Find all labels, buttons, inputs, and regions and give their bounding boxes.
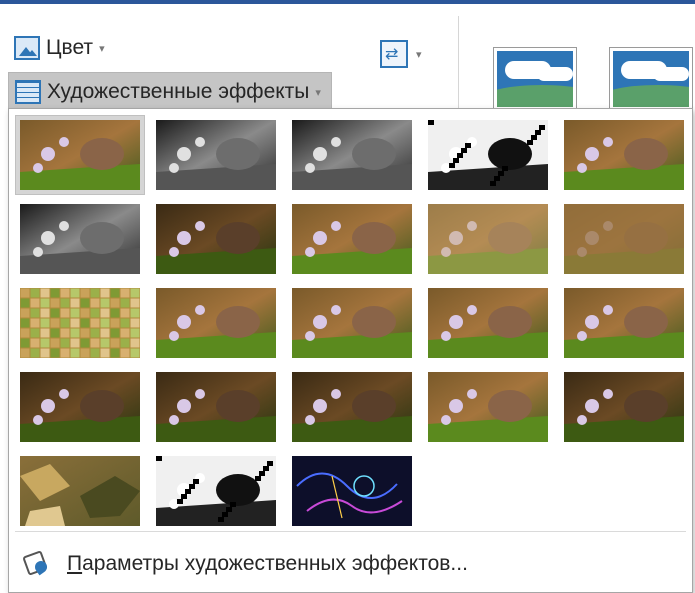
effect-preview-image: [156, 120, 276, 190]
ribbon-divider: [458, 16, 459, 116]
effect-tile[interactable]: [15, 115, 145, 195]
effect-tile[interactable]: [287, 199, 417, 279]
effect-tile[interactable]: [15, 451, 145, 531]
effect-tile[interactable]: [151, 283, 281, 363]
artistic-effects-gallery: Параметры художественных эффектов...: [8, 108, 693, 593]
picture-style-thumbnail[interactable]: [610, 48, 692, 110]
effect-preview-image: [428, 372, 548, 442]
effect-preview-image: [292, 204, 412, 274]
effect-preview-image: [20, 120, 140, 190]
effect-preview-image: [292, 120, 412, 190]
effect-preview-image: [20, 372, 140, 442]
effect-tile[interactable]: [287, 283, 417, 363]
color-button-label: Цвет: [46, 36, 94, 59]
effect-tile[interactable]: [559, 199, 689, 279]
effect-preview-image: [20, 456, 140, 526]
effect-preview-image: [564, 120, 684, 190]
effect-preview-image: [428, 204, 548, 274]
effect-tile[interactable]: [15, 199, 145, 279]
artistic-effects-label: Художественные эффекты: [47, 80, 310, 103]
effect-preview-image: [564, 204, 684, 274]
artistic-effects-options-item[interactable]: Параметры художественных эффектов...: [9, 541, 692, 587]
effect-preview-image: [292, 288, 412, 358]
change-picture-icon: [380, 40, 408, 68]
effect-tile[interactable]: [287, 115, 417, 195]
effect-preview-image: [564, 372, 684, 442]
chevron-down-icon: ▾: [416, 48, 422, 61]
effect-tile[interactable]: [15, 367, 145, 447]
effect-tile[interactable]: [559, 115, 689, 195]
effect-tile[interactable]: [423, 199, 553, 279]
effect-tile[interactable]: [151, 199, 281, 279]
effect-preview-image: [428, 120, 548, 190]
effect-tile[interactable]: [151, 451, 281, 531]
effect-tile[interactable]: [423, 283, 553, 363]
color-button[interactable]: Цвет ▾: [14, 32, 113, 64]
gallery-divider: [15, 531, 686, 532]
effect-tile[interactable]: [287, 451, 417, 531]
effect-preview-image: [156, 204, 276, 274]
effect-preview-image: [156, 456, 276, 526]
effect-tile[interactable]: [151, 367, 281, 447]
artistic-effects-options-icon: [23, 551, 49, 577]
effect-tile[interactable]: [559, 367, 689, 447]
picture-color-icon: [14, 36, 40, 60]
effect-tile[interactable]: [151, 115, 281, 195]
effect-tile[interactable]: [423, 367, 553, 447]
artistic-effects-button[interactable]: Художественные эффекты ▾: [8, 72, 332, 112]
effect-tile[interactable]: [15, 283, 145, 363]
effect-preview-image: [564, 288, 684, 358]
effect-preview-image: [292, 456, 412, 526]
artistic-effects-options-label: Параметры художественных эффектов...: [67, 552, 468, 575]
effect-preview-image: [156, 288, 276, 358]
effect-preview-image: [292, 372, 412, 442]
chevron-down-icon: ▾: [99, 42, 105, 55]
effect-tile[interactable]: [423, 115, 553, 195]
picture-ribbon: Цвет ▾ Художественные эффекты ▾ ▾: [0, 0, 695, 118]
effect-preview-image: [20, 288, 140, 358]
picture-style-thumbnail[interactable]: [494, 48, 576, 110]
effect-tile[interactable]: [559, 283, 689, 363]
chevron-down-icon: ▾: [315, 86, 321, 99]
effect-preview-image: [156, 372, 276, 442]
effects-grid: [15, 115, 684, 535]
change-picture-button[interactable]: ▾: [380, 40, 422, 68]
effect-preview-image: [20, 204, 140, 274]
artistic-effects-icon: [15, 80, 41, 104]
effect-tile[interactable]: [287, 367, 417, 447]
effect-preview-image: [428, 288, 548, 358]
